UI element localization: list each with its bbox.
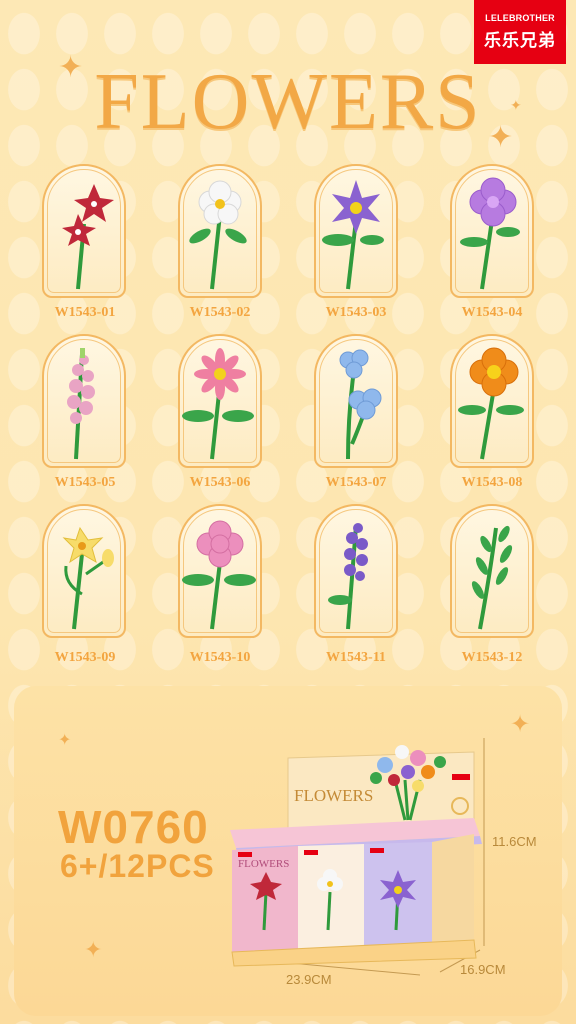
width-dimension: 23.9CM xyxy=(286,972,332,987)
display-box-illustration xyxy=(230,738,485,976)
box-title-back: FLOWERS xyxy=(294,786,374,805)
depth-dimension: 16.9CM xyxy=(460,962,506,977)
height-dimension: 11.6CM xyxy=(492,834,537,849)
box-label-front: FLOWERS xyxy=(238,858,290,870)
